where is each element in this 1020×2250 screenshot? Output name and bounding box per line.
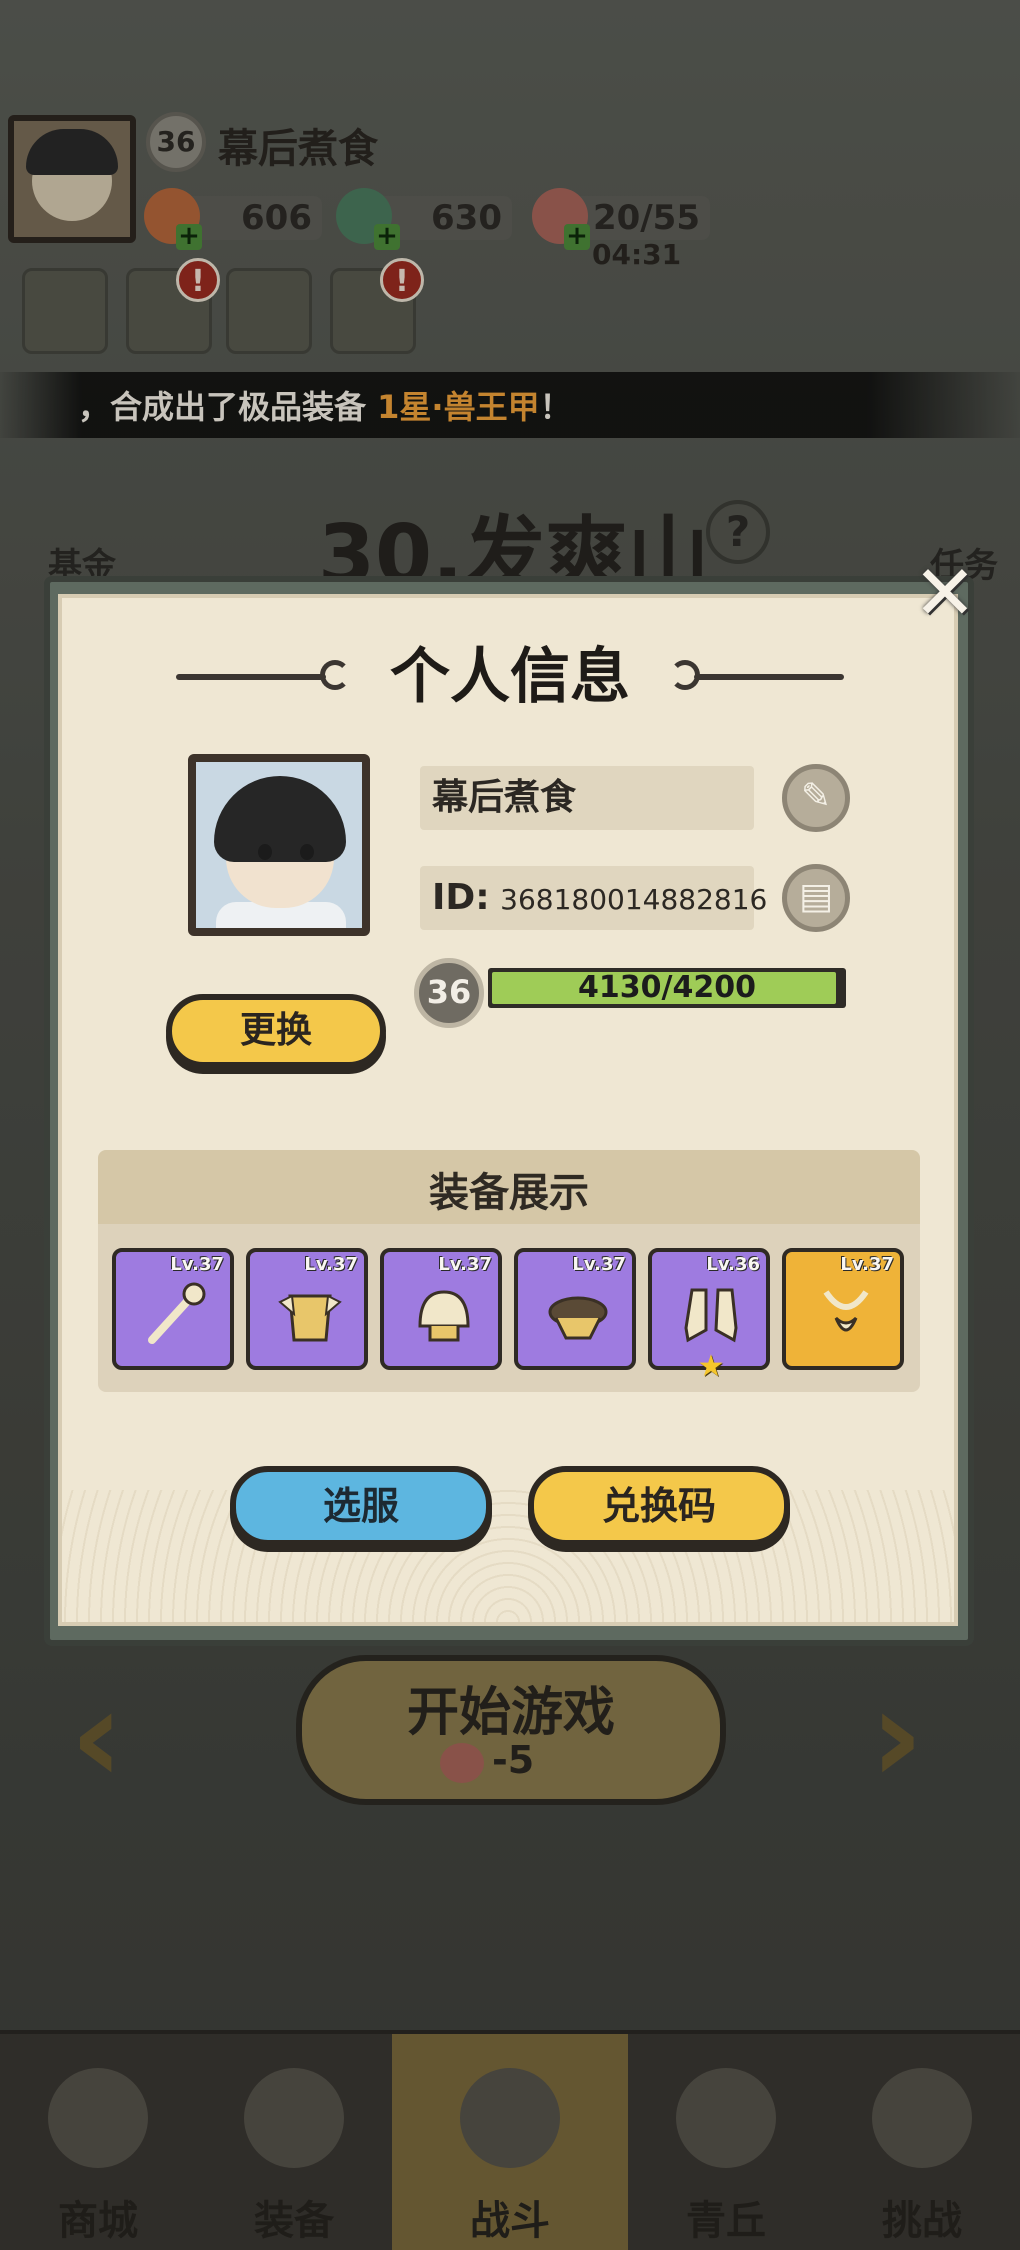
title-divider-left: [176, 674, 326, 680]
equipment-slot-3[interactable]: Lv.37: [380, 1248, 502, 1370]
slot-level: Lv.37: [438, 1254, 492, 1275]
necklace-icon: [823, 1290, 869, 1332]
slot-level: Lv.37: [840, 1254, 894, 1275]
slot-level: Lv.36: [706, 1254, 760, 1275]
equipment-title: 装备展示: [429, 1170, 589, 1216]
slot-level: Lv.37: [304, 1254, 358, 1275]
close-icon[interactable]: ✕: [910, 555, 980, 631]
title-divider-right: [694, 674, 844, 680]
equipment-slot-2[interactable]: Lv.37: [246, 1248, 368, 1370]
id-value: 368180014882816: [500, 883, 768, 916]
profile-modal: [58, 594, 958, 1626]
modal-title: 个人信息: [390, 642, 630, 712]
edit-name-icon[interactable]: ✎: [782, 764, 850, 832]
change-avatar-button[interactable]: 更换: [166, 994, 386, 1068]
player-id-field: ID: 368180014882816: [420, 866, 767, 930]
star-icon: ★: [697, 1349, 725, 1384]
portrait-eye: [300, 844, 314, 860]
modal-wave-pattern: [62, 1490, 954, 1622]
select-server-button[interactable]: 选服: [230, 1466, 492, 1546]
id-label: ID:: [432, 877, 490, 918]
staff-icon: [148, 1282, 206, 1344]
level-badge: 36: [414, 958, 484, 1028]
equipment-slot-4[interactable]: Lv.37: [514, 1248, 636, 1370]
armor-icon: [278, 1294, 342, 1342]
boots-icon: [684, 1288, 738, 1343]
portrait-hair: [214, 776, 346, 862]
bracer-icon: [548, 1296, 608, 1340]
slot-level: Lv.37: [572, 1254, 626, 1275]
player-portrait: [188, 754, 370, 936]
helmet-icon: [418, 1290, 470, 1342]
exp-text: 4130/4200: [578, 970, 756, 1005]
equipment-slot-1[interactable]: Lv.37: [112, 1248, 234, 1370]
slot-level: Lv.37: [170, 1254, 224, 1275]
redeem-code-button[interactable]: 兑换码: [528, 1466, 790, 1546]
copy-icon[interactable]: ▤: [782, 864, 850, 932]
portrait-eye: [258, 844, 272, 860]
equipment-slot-6[interactable]: Lv.37: [782, 1248, 904, 1370]
player-name-field: 幕后煮食: [420, 766, 754, 830]
